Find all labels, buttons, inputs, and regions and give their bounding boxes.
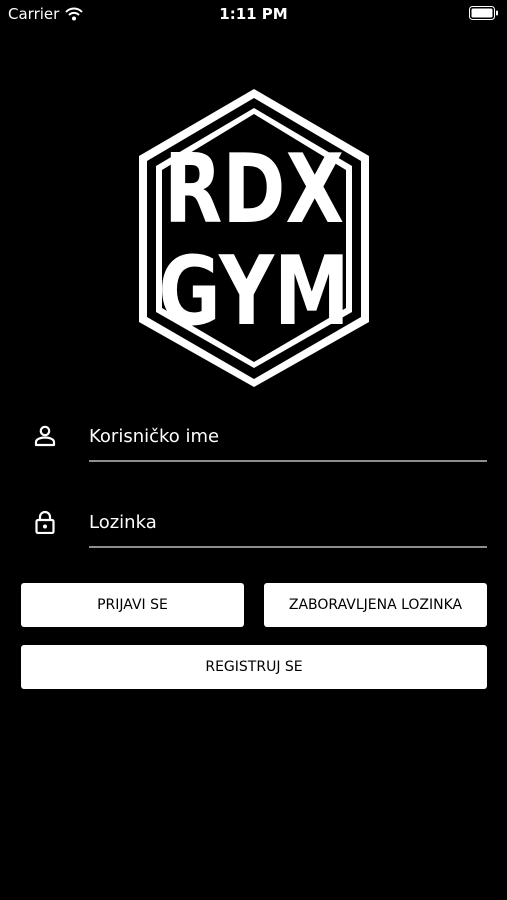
user-icon xyxy=(34,425,56,447)
password-input[interactable] xyxy=(89,502,487,542)
password-underline xyxy=(89,546,487,548)
carrier-label: Carrier xyxy=(8,5,60,23)
password-field xyxy=(0,494,507,554)
register-button[interactable]: REGISTRUJ SE xyxy=(21,645,487,689)
wifi-icon xyxy=(65,7,84,21)
logo-text-gym: GYM xyxy=(158,237,349,347)
battery-icon xyxy=(469,6,498,20)
login-button[interactable]: PRIJAVI SE xyxy=(21,583,244,627)
logo-text-rdx: RDX xyxy=(164,135,344,245)
username-underline xyxy=(89,460,487,462)
status-bar: Carrier 1:11 PM xyxy=(0,0,507,28)
forgot-password-button[interactable]: ZABORAVLJENA LOZINKA xyxy=(264,583,487,627)
lock-icon xyxy=(35,510,55,534)
rdx-gym-logo: RDX GYM xyxy=(139,89,369,387)
status-left: Carrier xyxy=(8,5,84,23)
username-field xyxy=(0,408,507,468)
username-input[interactable] xyxy=(89,416,487,456)
